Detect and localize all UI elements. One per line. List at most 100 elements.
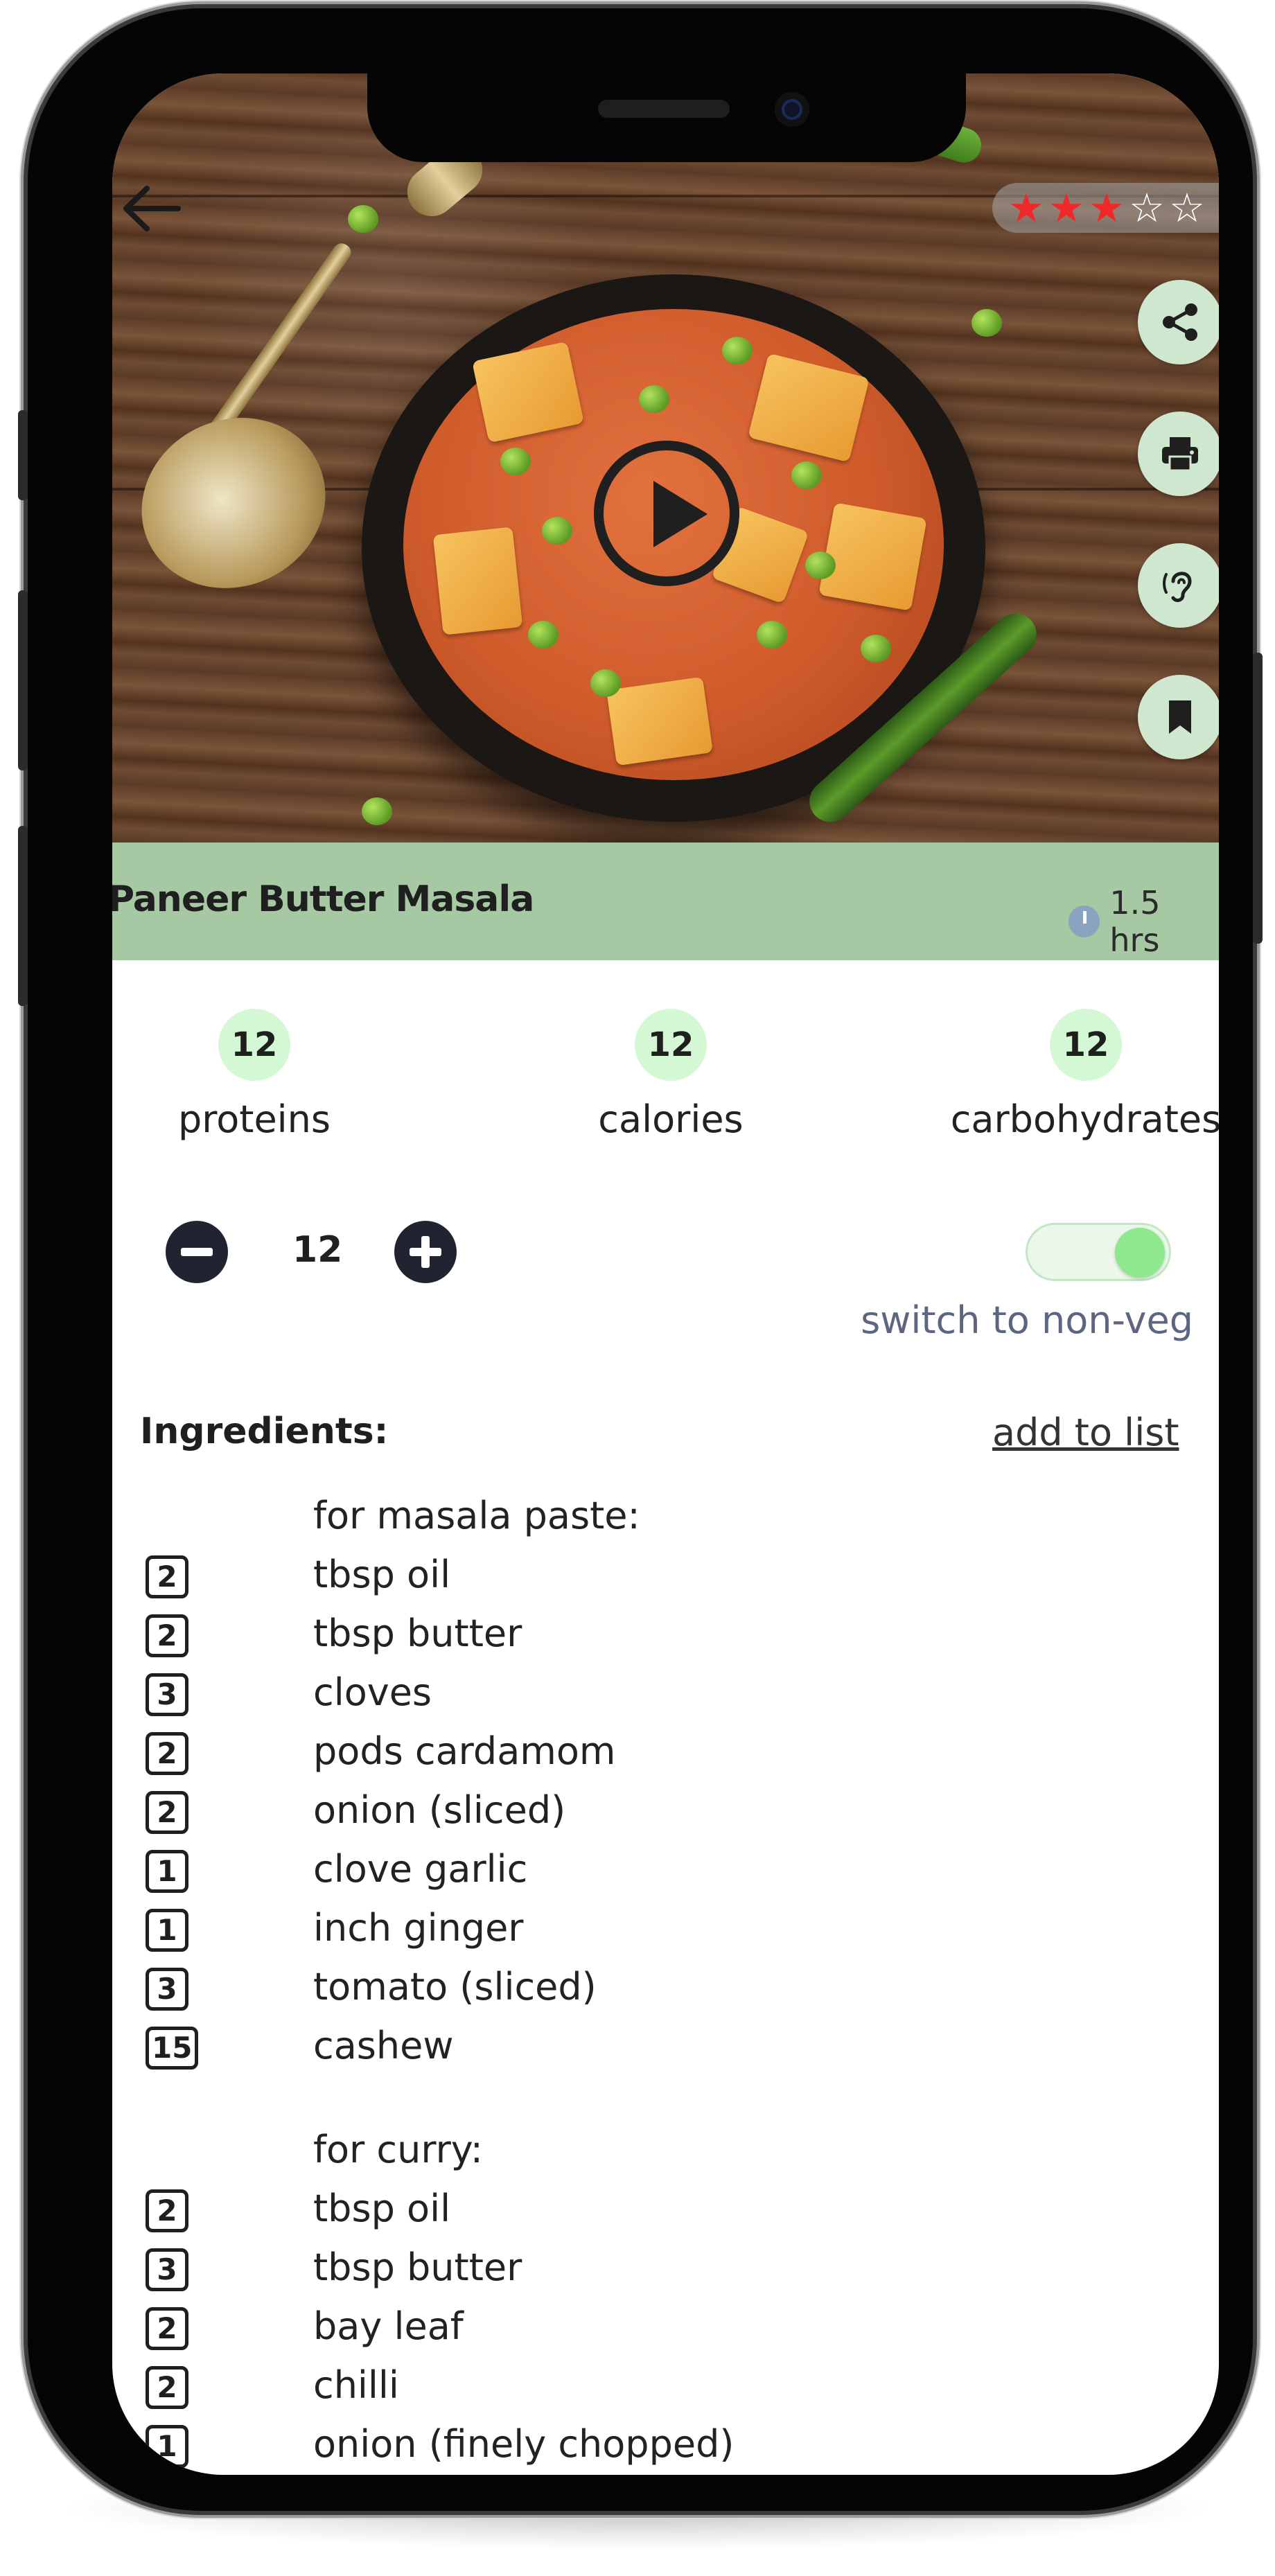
ingredient-name: inch ginger — [313, 1906, 524, 1950]
ingredient-section-curry: for curry: 2 tbsp oil 3 tbsp butter 2 bay leaf… — [112, 2122, 1219, 2475]
ingredient-row: 15 cashew — [112, 2018, 1219, 2077]
ingredient-quantity: 2 — [146, 1732, 188, 1775]
ingredient-quantity: 3 — [146, 1968, 188, 2011]
play-icon — [653, 481, 707, 547]
ingredient-section-title: for masala paste: — [112, 1488, 1219, 1547]
ingredient-quantity: 2 — [146, 2307, 188, 2350]
ingredient-row: 3 tbsp butter — [112, 2240, 1219, 2299]
ingredient-quantity: 2 — [146, 2189, 188, 2232]
paneer-cube — [818, 502, 927, 611]
bookmark-icon — [1169, 700, 1191, 734]
ingredient-name: cashew — [313, 2024, 454, 2067]
silent-switch — [18, 410, 28, 500]
decrease-servings-button[interactable] — [166, 1221, 228, 1283]
pea — [590, 669, 621, 697]
notch — [367, 73, 966, 162]
app-screen: ★ ★ ★ ☆ ☆ Paneer Butter Masala 1.5 hrs 1… — [112, 73, 1219, 2475]
plus-icon-stem — [421, 1236, 430, 1268]
nutrition-calories: 12 calories — [525, 1009, 816, 1141]
ingredient-quantity: 1 — [146, 2425, 188, 2468]
bookmark-button[interactable] — [1138, 675, 1219, 759]
power-button — [1253, 653, 1263, 944]
ingredient-row: 2 tbsp butter — [112, 1606, 1219, 1665]
play-video-button[interactable] — [594, 441, 739, 586]
front-camera — [775, 92, 809, 127]
star-empty-icon[interactable]: ☆ — [1169, 187, 1205, 229]
ingredients-heading: Ingredients: — [140, 1411, 389, 1452]
nutrition-value: 12 — [1050, 1009, 1122, 1081]
share-button[interactable] — [1138, 280, 1219, 364]
recipe-title-bar: Paneer Butter Masala 1.5 hrs — [112, 843, 1219, 960]
nutrition-proteins: 12 proteins — [112, 1009, 400, 1141]
ingredient-quantity: 2 — [146, 2366, 188, 2409]
star-empty-icon[interactable]: ☆ — [1129, 187, 1165, 229]
nutrition-label: carbohydrates — [950, 1097, 1219, 1141]
ingredient-row: 2 bay leaf — [112, 2299, 1219, 2358]
ingredient-section-title: for curry: — [112, 2122, 1219, 2181]
star-filled-icon[interactable]: ★ — [1048, 187, 1084, 229]
ingredient-row: 2 chilli — [112, 2358, 1219, 2417]
nutrition-value: 12 — [218, 1009, 290, 1081]
volume-up-button — [18, 590, 28, 770]
nutrition-label: calories — [598, 1097, 744, 1141]
section-title-text: for masala paste: — [313, 1494, 640, 1537]
ingredient-row: 1 clove garlic — [112, 1842, 1219, 1900]
ingredient-name: chilli — [313, 2363, 399, 2407]
minus-icon — [181, 1248, 213, 1256]
pea — [528, 621, 559, 649]
ingredient-name: tbsp butter — [313, 2246, 522, 2289]
increase-servings-button[interactable] — [394, 1221, 457, 1283]
pea — [971, 309, 1002, 337]
star-rating: ★ ★ ★ ☆ ☆ — [992, 183, 1219, 233]
add-to-list-link[interactable]: add to list — [992, 1411, 1179, 1454]
section-title-text: for curry: — [313, 2128, 484, 2171]
paneer-cube — [432, 527, 523, 635]
ingredient-row: 3 cloves — [112, 1665, 1219, 1724]
ingredient-name: tbsp oil — [313, 2187, 451, 2230]
ingredient-name: cloves — [313, 1670, 432, 1714]
share-icon — [1163, 303, 1197, 341]
ingredient-section-masala-paste: for masala paste: 2 tbsp oil 2 tbsp butter 3 c… — [112, 1488, 1219, 2077]
pea — [542, 517, 572, 545]
non-veg-toggle-label: switch to non-veg — [861, 1298, 1193, 1342]
speaker — [598, 100, 730, 118]
ingredient-row: 1 onion (finely chopped) — [112, 2417, 1219, 2475]
spoon-bowl — [113, 388, 354, 618]
ingredient-quantity: 2 — [146, 1614, 188, 1657]
ear-listen-icon — [1163, 572, 1192, 602]
servings-count: 12 — [292, 1229, 343, 1271]
ingredient-quantity: 15 — [146, 2027, 199, 2070]
ingredient-quantity: 2 — [146, 1555, 188, 1598]
recipe-title: Paneer Butter Masala — [112, 879, 534, 920]
back-button[interactable] — [119, 184, 182, 233]
pea — [639, 385, 669, 413]
ingredient-name: tbsp butter — [313, 1612, 522, 1655]
non-veg-toggle[interactable] — [1026, 1223, 1171, 1281]
star-filled-icon[interactable]: ★ — [1089, 187, 1125, 229]
pea — [722, 337, 753, 364]
ingredient-row: 2 tbsp oil — [112, 1547, 1219, 1606]
ingredient-quantity: 1 — [146, 1909, 188, 1952]
ingredient-name: bay leaf — [313, 2304, 464, 2348]
ingredient-row: 1 inch ginger — [112, 1900, 1219, 1959]
ingredient-row: 2 tbsp oil — [112, 2181, 1219, 2240]
ingredient-quantity: 2 — [146, 1791, 188, 1834]
pea — [348, 205, 378, 233]
ingredient-name: tbsp oil — [313, 1553, 451, 1596]
nutrition-value: 12 — [635, 1009, 707, 1081]
volume-down-button — [18, 826, 28, 1006]
listen-button[interactable] — [1138, 543, 1219, 628]
arrow-left-icon — [123, 186, 181, 231]
toggle-knob — [1115, 1228, 1165, 1278]
cook-time-value: 1.5 hrs — [1109, 884, 1161, 959]
paneer-cube — [606, 676, 713, 766]
pea — [500, 448, 531, 475]
star-filled-icon[interactable]: ★ — [1008, 187, 1044, 229]
ingredient-name: pods cardamom — [313, 1729, 616, 1773]
ingredient-quantity: 3 — [146, 2248, 188, 2291]
print-button[interactable] — [1138, 412, 1219, 496]
nutrition-label: proteins — [177, 1097, 331, 1141]
ingredient-row: 2 pods cardamom — [112, 1724, 1219, 1783]
ingredient-row: 2 onion (sliced) — [112, 1783, 1219, 1842]
ingredient-quantity: 3 — [146, 1673, 188, 1716]
